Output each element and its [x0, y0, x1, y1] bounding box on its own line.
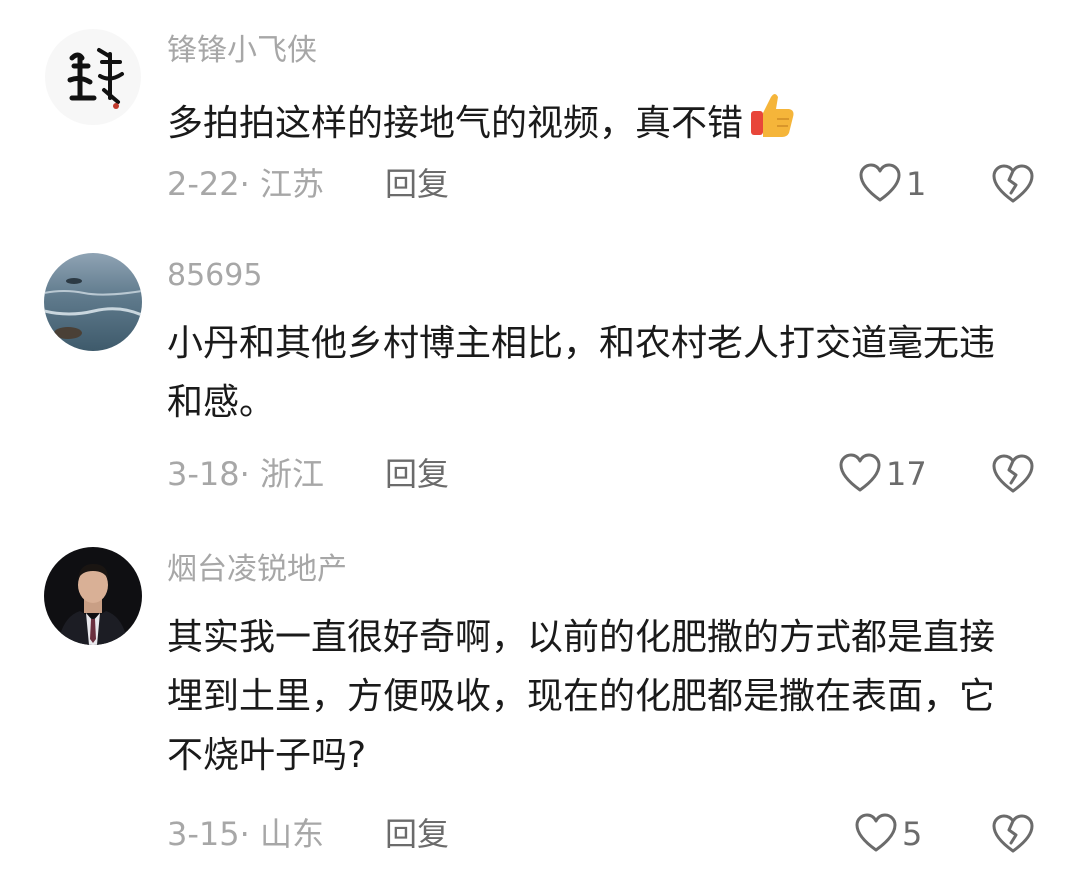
reply-button[interactable]: 回复 [385, 818, 449, 850]
username[interactable]: 锋锋小飞侠 [167, 36, 317, 66]
comment-meta: 3-15· 山东 [167, 818, 324, 850]
heart-icon [859, 163, 901, 202]
comment-text: 其实我一直很好奇啊，以前的化肥撒的方式都是直接埋到土里，方便吸收，现在的化肥都是… [167, 617, 996, 776]
comment-location: · 山东 [239, 815, 324, 853]
comment-text: 多拍拍这样的接地气的视频，真不错 [167, 89, 1027, 159]
like-button[interactable]: 5 [854, 812, 922, 856]
username[interactable]: 85695 [167, 261, 262, 291]
avatar[interactable] [44, 547, 142, 645]
man-in-suit-avatar-image [44, 547, 142, 645]
comment-meta: 2-22· 江苏 [167, 168, 324, 200]
broken-heart-icon [992, 164, 1034, 203]
comment-meta: 3-18· 浙江 [167, 458, 324, 490]
heart-icon [839, 453, 881, 492]
broken-heart-icon [992, 814, 1034, 853]
like-button[interactable]: 17 [838, 452, 927, 496]
dislike-button[interactable] [991, 162, 1035, 206]
calligraphy-avatar-image [45, 29, 141, 125]
comment-date: 2-22 [167, 165, 240, 203]
like-count: 5 [902, 815, 923, 853]
thumbs-up-emoji-icon [747, 89, 799, 159]
dislike-button[interactable] [991, 812, 1035, 856]
reply-button[interactable]: 回复 [385, 168, 449, 200]
comment-date: 3-18 [167, 455, 240, 493]
like-button[interactable]: 1 [858, 162, 926, 206]
comment-location: · 江苏 [239, 165, 324, 203]
reply-button[interactable]: 回复 [385, 458, 449, 490]
dislike-button[interactable] [991, 452, 1035, 496]
comment-location: · 浙江 [239, 455, 324, 493]
comment-date: 3-15 [167, 815, 240, 853]
comment-text-content: 多拍拍这样的接地气的视频，真不错 [167, 103, 744, 144]
like-count: 1 [906, 165, 927, 203]
avatar[interactable] [44, 253, 142, 351]
sea-avatar-image [44, 253, 142, 351]
avatar[interactable] [44, 28, 142, 126]
comment-item: 锋锋小飞侠 多拍拍这样的接地气的视频，真不错 2-22· 江苏 回复 1 [0, 0, 1080, 230]
username[interactable]: 烟台凌锐地产 [167, 555, 347, 585]
comment-text: 小丹和其他乡村博主相比，和农村老人打交道毫无违和感。 [167, 323, 996, 423]
heart-icon [855, 813, 897, 852]
like-count: 17 [886, 455, 927, 493]
broken-heart-icon [992, 454, 1034, 493]
